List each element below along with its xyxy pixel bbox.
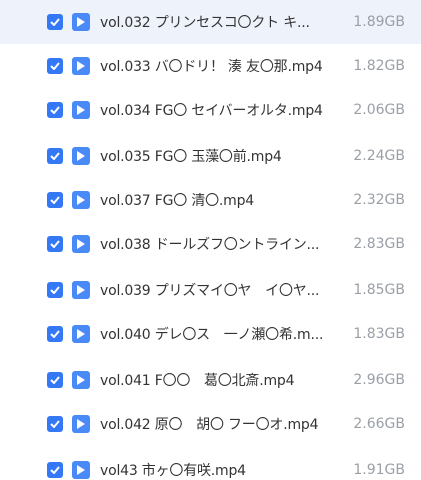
video-play-icon bbox=[72, 281, 90, 299]
file-name[interactable]: vol.040 デレ〇ス 一ノ瀬〇希.m... bbox=[100, 324, 336, 344]
file-size: 2.06GB bbox=[353, 102, 405, 118]
checkbox-checked-icon[interactable] bbox=[47, 148, 63, 164]
video-play-icon bbox=[72, 101, 90, 119]
checkbox-checked-icon[interactable] bbox=[47, 416, 63, 432]
file-name[interactable]: vol.034 FG〇 セイバーオルタ.mp4 bbox=[100, 100, 336, 120]
video-play-icon bbox=[72, 371, 90, 389]
file-name[interactable]: vol.038 ドールズフ〇ントライン... bbox=[100, 234, 336, 254]
file-name[interactable]: vol43 市ヶ〇有咲.mp4 bbox=[100, 460, 336, 480]
file-row[interactable]: vol.040 デレ〇ス 一ノ瀬〇希.m... 1.83GB bbox=[0, 312, 421, 356]
file-size: 1.91GB bbox=[353, 462, 405, 478]
file-name[interactable]: vol.041 F〇〇 葛〇北斎.mp4 bbox=[100, 370, 336, 390]
checkbox-checked-icon[interactable] bbox=[47, 462, 63, 478]
file-name[interactable]: vol.035 FG〇 玉藻〇前.mp4 bbox=[100, 146, 336, 166]
file-size: 1.85GB bbox=[353, 282, 405, 298]
file-name[interactable]: vol.039 プリズマイ〇ヤ イ〇ヤ... bbox=[100, 280, 336, 300]
file-row[interactable]: vol.037 FG〇 清〇.mp4 2.32GB bbox=[0, 178, 421, 222]
video-play-icon bbox=[72, 191, 90, 209]
file-row[interactable]: vol.041 F〇〇 葛〇北斎.mp4 2.96GB bbox=[0, 358, 421, 402]
video-play-icon bbox=[72, 147, 90, 165]
checkbox-checked-icon[interactable] bbox=[47, 372, 63, 388]
file-row[interactable]: vol43 市ヶ〇有咲.mp4 1.91GB bbox=[0, 448, 421, 480]
file-name[interactable]: vol.033 バ〇ドリ！ 湊 友〇那.mp4 bbox=[100, 56, 336, 76]
file-name[interactable]: vol.042 原〇 胡〇 フー〇オ.mp4 bbox=[100, 414, 336, 434]
file-row[interactable]: vol.035 FG〇 玉藻〇前.mp4 2.24GB bbox=[0, 134, 421, 178]
file-row[interactable]: vol.032 プリンセスコ〇クト キ... 1.89GB bbox=[0, 0, 421, 44]
file-size: 1.82GB bbox=[353, 58, 405, 74]
file-row[interactable]: vol.034 FG〇 セイバーオルタ.mp4 2.06GB bbox=[0, 88, 421, 132]
checkbox-checked-icon[interactable] bbox=[47, 58, 63, 74]
file-row[interactable]: vol.039 プリズマイ〇ヤ イ〇ヤ... 1.85GB bbox=[0, 268, 421, 312]
file-list: vol.032 プリンセスコ〇クト キ... 1.89GB vol.033 バ〇… bbox=[0, 0, 421, 480]
checkbox-checked-icon[interactable] bbox=[47, 192, 63, 208]
video-play-icon bbox=[72, 325, 90, 343]
video-play-icon bbox=[72, 415, 90, 433]
file-size: 1.89GB bbox=[353, 14, 405, 30]
file-row[interactable]: vol.038 ドールズフ〇ントライン... 2.83GB bbox=[0, 222, 421, 266]
video-play-icon bbox=[72, 235, 90, 253]
checkbox-checked-icon[interactable] bbox=[47, 14, 63, 30]
checkbox-checked-icon[interactable] bbox=[47, 236, 63, 252]
video-play-icon bbox=[72, 461, 90, 479]
checkbox-checked-icon[interactable] bbox=[47, 102, 63, 118]
file-size: 2.66GB bbox=[353, 416, 405, 432]
file-name[interactable]: vol.032 プリンセスコ〇クト キ... bbox=[100, 12, 336, 32]
file-row[interactable]: vol.042 原〇 胡〇 フー〇オ.mp4 2.66GB bbox=[0, 402, 421, 446]
video-play-icon bbox=[72, 57, 90, 75]
file-size: 2.32GB bbox=[353, 192, 405, 208]
file-row[interactable]: vol.033 バ〇ドリ！ 湊 友〇那.mp4 1.82GB bbox=[0, 44, 421, 88]
checkbox-checked-icon[interactable] bbox=[47, 326, 63, 342]
video-play-icon bbox=[72, 13, 90, 31]
file-size: 1.83GB bbox=[353, 326, 405, 342]
file-size: 2.24GB bbox=[353, 148, 405, 164]
file-name[interactable]: vol.037 FG〇 清〇.mp4 bbox=[100, 190, 336, 210]
checkbox-checked-icon[interactable] bbox=[47, 282, 63, 298]
file-size: 2.96GB bbox=[353, 372, 405, 388]
file-size: 2.83GB bbox=[353, 236, 405, 252]
